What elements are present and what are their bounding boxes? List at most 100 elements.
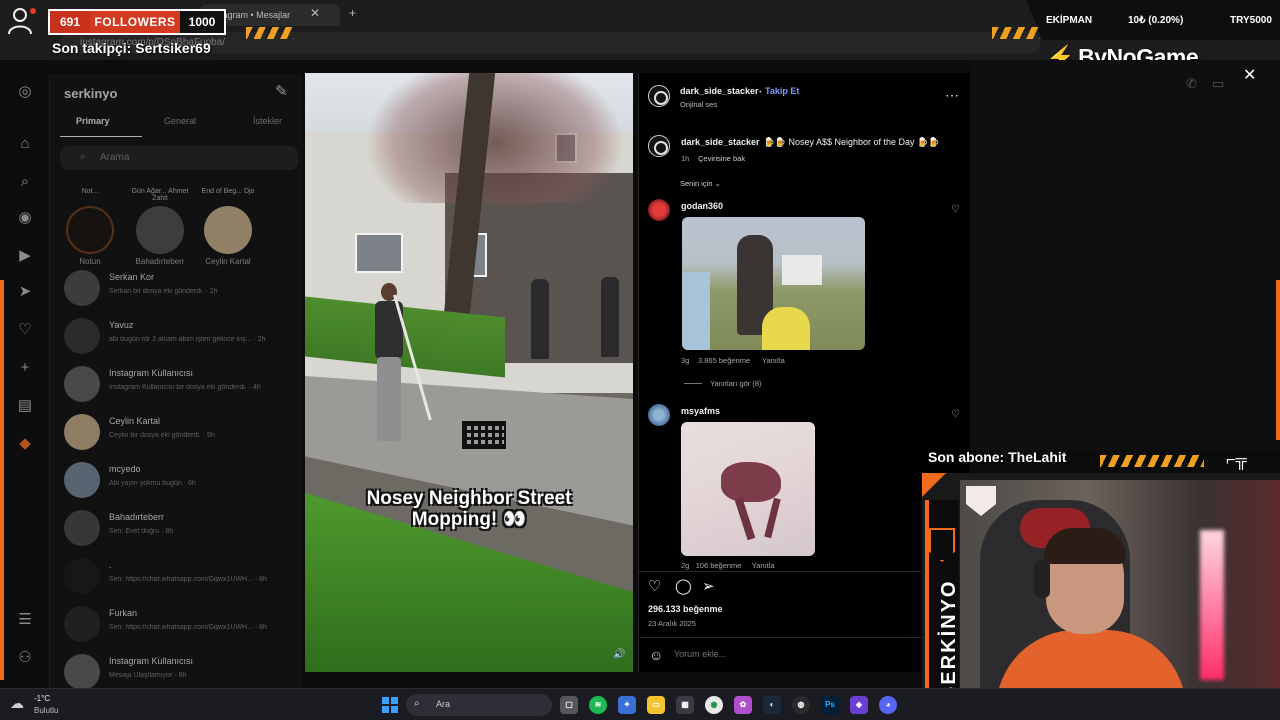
conversation-item[interactable]: Yavuz abi bugün rdr 2 alcam abim işten g… [64,318,302,364]
total-likes[interactable]: 296.133 beğenme [648,604,723,614]
reply-button[interactable]: Yanıtla [762,356,785,365]
close-icon[interactable]: ✕ [1243,65,1256,85]
app-icon[interactable]: ◈ [850,696,868,714]
instagram-logo-icon[interactable]: ◎ [15,82,35,102]
reply-button[interactable]: Yanıtla [752,561,775,570]
comment-likes[interactable]: 106 beğenme [696,561,742,570]
create-plus-icon[interactable]: + [15,358,35,378]
tab-primary[interactable]: Primary [76,116,110,126]
conversation-name: Furkan [109,608,138,618]
share-paper-plane-icon[interactable]: ➢ [702,577,715,595]
explore-icon[interactable]: ◉ [15,208,35,228]
like-comment-heart-icon[interactable]: ♡ [951,409,960,420]
followers-goal-widget: 691 FOLLOWERS 1000 [48,9,226,35]
note-item[interactable]: Not... Notun [60,188,120,266]
spotify-icon[interactable]: ≋ [589,696,607,714]
note-item[interactable]: Gün Ağar... Ahmet Zahit Bahadırteberr [130,188,190,266]
like-comment-heart-icon[interactable]: ♡ [951,204,960,215]
notifications-heart-icon[interactable]: ♡ [15,320,35,340]
tab-close-icon[interactable]: ✕ [310,6,320,20]
author-avatar[interactable] [648,135,670,157]
video-call-icon[interactable]: ▭ [1212,76,1224,92]
copilot-icon[interactable]: ✦ [618,696,636,714]
media-person [682,272,710,350]
note-item[interactable]: End of Beg... Djo Ceylin Kartal [198,188,258,266]
comment-user[interactable]: msyafms [681,406,720,416]
avatar [64,462,100,498]
conversation-item[interactable]: Instagram Kullanıcısı Mesaja Ulaşılamıyo… [64,654,302,688]
file-explorer-icon[interactable]: ▭ [647,696,665,714]
taskbar-search[interactable]: Ara [406,694,552,716]
home-icon[interactable]: ⌂ [15,134,35,154]
comment-likes[interactable]: 3.865 beğenme [698,356,750,365]
followers-label: FOLLOWERS [90,11,180,33]
emoji-icon[interactable]: ☺ [649,647,663,663]
messages-icon[interactable]: ➤ [15,282,35,302]
tab-general[interactable]: General [164,116,196,126]
conversation-item[interactable]: Serkan Kor Serkan bir dosya eki gönderdi… [64,270,302,316]
follower-goal: 1000 [180,11,224,33]
windows-start-icon[interactable] [382,697,398,713]
more-options-icon[interactable]: ⋯ [945,87,959,104]
search-input[interactable]: Arama [60,146,298,170]
conversation-item[interactable]: Instagram Kullanıcısı Instagram Kullanıc… [64,366,302,412]
sound-icon[interactable]: 🔊 [613,649,625,660]
comment-time: 3g [681,356,690,365]
phone-icon[interactable]: ✆ [1186,76,1197,92]
new-message-icon[interactable]: ✎ [275,82,288,100]
conversation-item[interactable]: . Sen: https://chat.whatsapp.com/Gqwx1UW… [64,558,302,604]
avatar [64,318,100,354]
profile-avatar-icon[interactable]: ◆ [15,434,35,454]
steam-icon[interactable]: ◐ [763,696,781,714]
like-heart-icon[interactable]: ♡ [648,577,661,595]
weather-temperature[interactable]: -1°C [34,694,50,703]
see-translation-link[interactable]: Çevirisine bak [698,154,745,163]
photoshop-icon[interactable]: Ps [821,696,839,714]
conversation-item[interactable]: Ceylin Kartal Ceylin bir dosya eki gönde… [64,414,302,460]
comment-input[interactable] [674,649,914,659]
account-username[interactable]: serkinyo [64,86,117,101]
conversation-item[interactable]: mcyedo Abi yayın yokmu bugün · 6h [64,462,302,508]
dashboard-icon[interactable]: ▤ [15,396,35,416]
sort-comments-dropdown[interactable]: Senin için ⌄ [680,179,721,188]
comment-avatar[interactable] [648,199,670,221]
comment-media-image[interactable] [681,422,815,556]
conversation-name: mcyedo [109,464,141,474]
comment-bubble-icon[interactable]: ◯ [675,577,692,595]
reel-video[interactable]: Nosey Neighbor Street Mopping! 👀 🔊 [305,73,633,672]
store-icon[interactable]: ▦ [676,696,694,714]
video-bystander [601,277,619,357]
tab-requests[interactable]: İstekler [253,116,282,126]
follow-button[interactable]: Takip Et [765,86,799,96]
chrome-icon[interactable]: ◉ [705,696,723,714]
photos-icon[interactable]: ✿ [734,696,752,714]
media-animal-leg [764,497,781,539]
note-bubble: Gün Ağar... Ahmet Zahit [131,188,189,202]
discord-icon[interactable]: ◕ [879,696,897,714]
comment-avatar[interactable] [648,404,670,426]
conversation-item[interactable]: Furkan Sen: https://chat.whatsapp.com/Gq… [64,606,302,652]
view-replies-link[interactable]: Yanıtları gör (8) [710,379,762,388]
author-name[interactable]: dark_side_stacker [680,86,759,96]
task-view-icon[interactable]: ▢ [560,696,578,714]
comment-media-image[interactable] [682,217,865,350]
weather-condition[interactable]: Bulutlu [34,706,58,715]
conversation-item[interactable]: Bahadırteberr Sen: Evet doğru · 8h [64,510,302,556]
search-icon[interactable]: ⌕ [15,172,35,192]
obs-icon[interactable]: ◍ [792,696,810,714]
video-person-legs [377,357,401,441]
overlay-stripes [992,27,1040,39]
conversation-name: Instagram Kullanıcısı [109,656,194,666]
donation-progress: 10₺ (0.20%) [1128,15,1184,26]
threads-icon[interactable]: ⚇ [15,648,35,668]
new-tab-icon[interactable]: + [349,6,356,20]
cloud-icon[interactable]: ☁ [10,695,24,712]
menu-icon[interactable]: ☰ [15,610,35,630]
comment-user[interactable]: godan360 [681,201,723,211]
author-avatar[interactable] [648,85,670,107]
audio-label[interactable]: Orijinal ses [680,100,717,109]
caption-author[interactable]: dark_side_stacker [681,137,760,147]
conversation-name: Serkan Kor [109,272,155,282]
streamer-name: SERKİNYO [938,579,960,700]
reels-icon[interactable]: ▶ [15,246,35,266]
